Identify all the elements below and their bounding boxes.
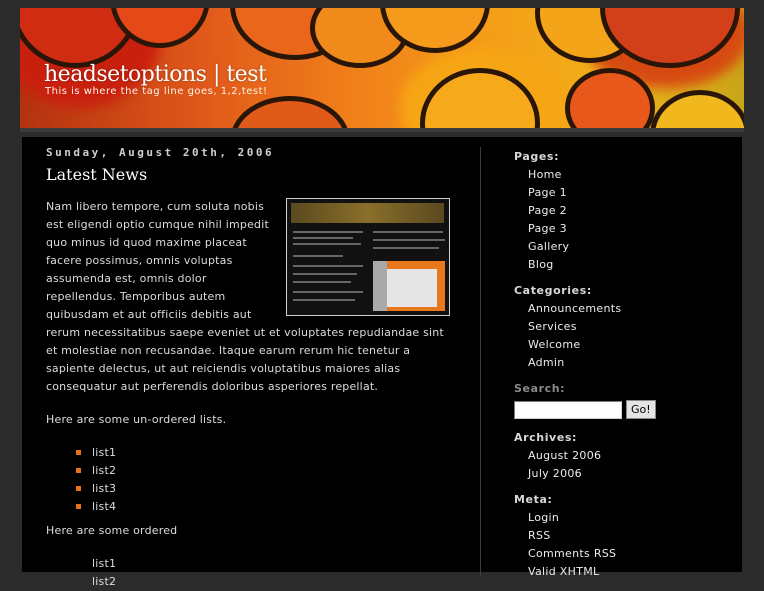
category-link-services[interactable]: Services (528, 318, 734, 336)
archive-link-august-2006[interactable]: August 2006 (528, 447, 734, 465)
content-area: Sunday, August 20th, 2006 Latest News Na… (22, 137, 742, 588)
search-input[interactable] (514, 400, 622, 419)
categories-list: Announcements Services Welcome Admin (514, 300, 734, 372)
sidebar-heading-search: Search: (514, 382, 566, 395)
header-banner: headsetoptions | test This is where the … (20, 8, 744, 132)
banner-circle (230, 96, 350, 132)
list-item: list1 (92, 557, 117, 570)
sidebar: Pages: Home Page 1 Page 2 Page 3 Gallery… (514, 148, 734, 589)
meta-link-comments-rss[interactable]: Comments RSS (528, 545, 734, 563)
column-divider (480, 147, 481, 577)
archive-link-july-2006[interactable]: July 2006 (528, 465, 734, 483)
post-date: Sunday, August 20th, 2006 (46, 146, 275, 159)
unordered-list: list1 list2 list3 list4 (46, 444, 450, 516)
sidebar-link-page-3[interactable]: Page 3 (528, 220, 734, 238)
sidebar-heading-pages: Pages: (514, 150, 560, 163)
category-link-welcome[interactable]: Welcome (528, 336, 734, 354)
list-item: list2 (76, 462, 450, 480)
archives-list: August 2006 July 2006 (514, 447, 734, 483)
post-paragraph: Here are some ordered (46, 524, 178, 537)
post-title[interactable]: Latest News (46, 165, 450, 184)
meta-list: Login RSS Comments RSS Valid XHTML (514, 509, 734, 581)
meta-link-rss[interactable]: RSS (528, 527, 734, 545)
sidebar-link-home[interactable]: Home (528, 166, 734, 184)
sidebar-link-blog[interactable]: Blog (528, 256, 734, 274)
sidebar-heading-meta: Meta: (514, 493, 553, 506)
sidebar-link-gallery[interactable]: Gallery (528, 238, 734, 256)
sidebar-heading-categories: Categories: (514, 284, 592, 297)
sidebar-link-page-1[interactable]: Page 1 (528, 184, 734, 202)
meta-link-login[interactable]: Login (528, 509, 734, 527)
list-item: list3 (76, 480, 450, 498)
list-item: list4 (76, 498, 450, 516)
list-item: list1 (76, 444, 450, 462)
search-form: Go! (514, 400, 734, 419)
post-body: Nam libero tempore, cum soluta nobis est… (46, 198, 450, 591)
meta-link-valid-xhtml[interactable]: Valid XHTML (528, 563, 734, 581)
category-link-admin[interactable]: Admin (528, 354, 734, 372)
site-tagline: This is where the tag line goes, 1,2,tes… (45, 86, 268, 97)
post-screenshot-image (286, 198, 450, 316)
category-link-announcements[interactable]: Announcements (528, 300, 734, 318)
header-bottom-band (20, 128, 744, 132)
sidebar-link-page-2[interactable]: Page 2 (528, 202, 734, 220)
pages-list: Home Page 1 Page 2 Page 3 Gallery Blog (514, 166, 734, 274)
site-title[interactable]: headsetoptions | test (44, 62, 267, 87)
main-column: Sunday, August 20th, 2006 Latest News Na… (46, 146, 450, 591)
banner-circle (650, 90, 744, 132)
list-item: list2 (92, 575, 117, 588)
ordered-list: list1 list2 (46, 555, 450, 591)
sidebar-heading-archives: Archives: (514, 431, 578, 444)
post-paragraph: Here are some un-ordered lists. (46, 413, 227, 426)
search-button[interactable]: Go! (626, 400, 656, 419)
